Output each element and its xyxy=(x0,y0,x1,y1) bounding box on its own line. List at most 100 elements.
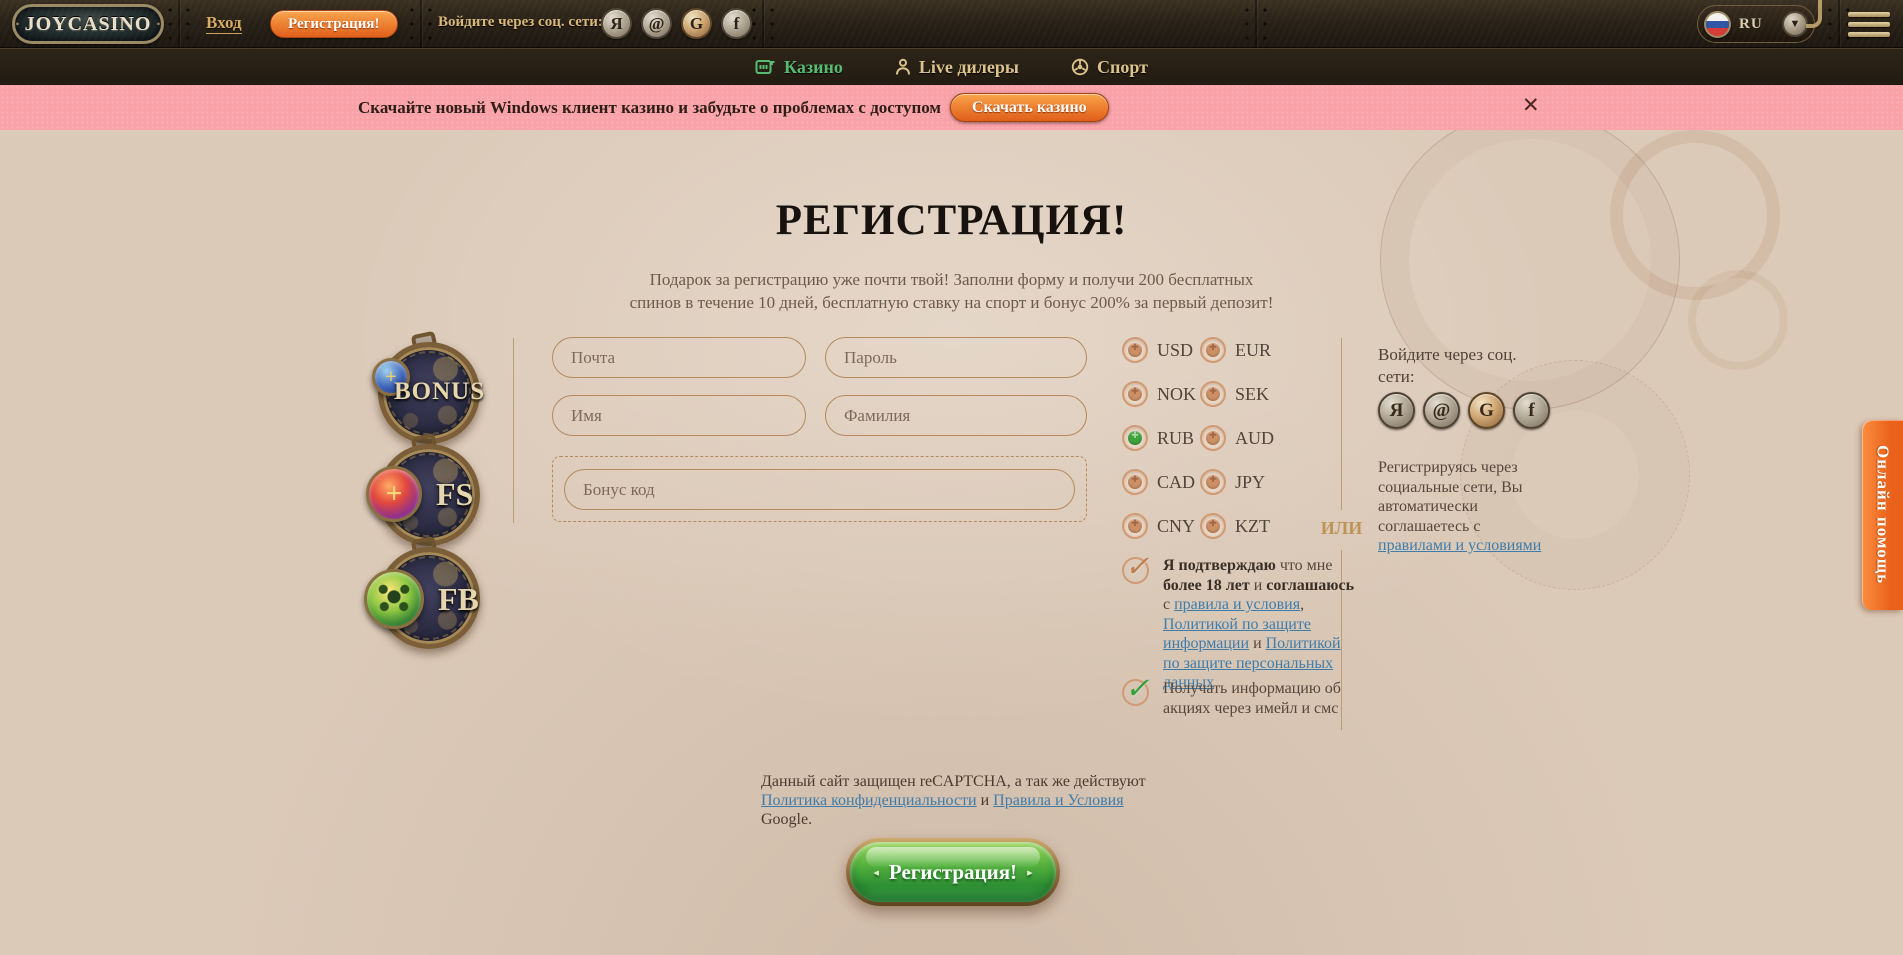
joycasino-logo[interactable]: JOYCASINO xyxy=(12,4,164,44)
radio-icon-selected[interactable] xyxy=(1122,425,1148,451)
register-submit-button[interactable]: ◂ Регистрация! ▸ xyxy=(850,842,1056,902)
radio-icon[interactable] xyxy=(1122,337,1148,363)
google-terms-link[interactable]: Правила и Условия xyxy=(993,792,1123,809)
radio-icon[interactable] xyxy=(1122,513,1148,539)
topbar-social-label: Войдите через соц. сети: xyxy=(438,14,603,31)
tab-live-dealers[interactable]: Live дилеры xyxy=(895,57,1019,78)
password-input[interactable] xyxy=(825,337,1087,378)
registration-page: РЕГИСТРАЦИЯ! Подарок за регистрацию уже … xyxy=(0,130,1903,955)
currency-option-eur[interactable]: EUR xyxy=(1200,337,1292,363)
or-label: ИЛИ xyxy=(1313,518,1370,539)
last-name-input[interactable] xyxy=(825,395,1087,436)
agree-bold: соглашаюсь xyxy=(1266,577,1354,594)
radio-icon[interactable] xyxy=(1200,513,1226,539)
radio-icon[interactable] xyxy=(1200,469,1226,495)
google-login-icon[interactable]: G xyxy=(1468,392,1505,429)
currency-option-sek[interactable]: SEK xyxy=(1200,381,1292,407)
currency-label: SEK xyxy=(1235,384,1269,405)
tab-casino[interactable]: Казино xyxy=(755,57,843,78)
badge-label: FS xyxy=(436,476,473,513)
football-orb-icon xyxy=(364,569,424,629)
seam-divider xyxy=(762,0,764,48)
register-submit-frame[interactable]: ◂ Регистрация! ▸ xyxy=(846,838,1060,906)
badge-label: FB xyxy=(438,581,479,618)
yandex-login-icon[interactable]: Я xyxy=(601,8,632,39)
bonus-code-input[interactable] xyxy=(564,469,1075,510)
radio-icon[interactable] xyxy=(1122,469,1148,495)
freespins-orb-icon: + xyxy=(366,466,422,522)
logo-text: JOYCASINO xyxy=(25,13,152,36)
radio-icon[interactable] xyxy=(1122,381,1148,407)
freebet-badge: FB xyxy=(378,547,480,649)
tab-live-dealers-label: Live дилеры xyxy=(919,57,1019,78)
language-code: RU xyxy=(1739,16,1763,33)
tab-sport-label: Спорт xyxy=(1097,57,1148,78)
register-topbar-button[interactable]: Регистрация! xyxy=(270,10,398,38)
mailru-login-icon[interactable]: @ xyxy=(1423,392,1460,429)
facebook-login-icon[interactable]: f xyxy=(1513,392,1550,429)
currency-label: KZT xyxy=(1235,516,1270,537)
promo-news-text: Получать информацию об акциях через имей… xyxy=(1163,679,1359,718)
yandex-login-icon[interactable]: Я xyxy=(1378,392,1415,429)
form-divider xyxy=(513,338,514,523)
menu-icon[interactable] xyxy=(1848,12,1890,42)
right-divider xyxy=(1341,338,1342,510)
tab-casino-label: Казино xyxy=(784,57,843,78)
currency-option-cad[interactable]: CAD xyxy=(1122,469,1200,495)
currency-option-aud[interactable]: AUD xyxy=(1200,425,1292,451)
currency-label: CNY xyxy=(1157,516,1195,537)
age-bold: более 18 лет xyxy=(1163,577,1250,594)
facebook-login-icon[interactable]: f xyxy=(721,8,752,39)
badge-label: BONUS xyxy=(394,378,485,406)
seam-divider xyxy=(1255,0,1257,48)
top-bar: JOYCASINO Вход Регистрация! Войдите чере… xyxy=(0,0,1903,48)
slot-machine-icon xyxy=(755,59,776,76)
email-input[interactable] xyxy=(552,337,806,378)
seam-divider xyxy=(1838,0,1840,48)
radio-icon[interactable] xyxy=(1200,381,1226,407)
left-arrow-icon: ◂ xyxy=(873,866,879,879)
terms-link[interactable]: правила и условия xyxy=(1174,596,1300,613)
page-subtitle: Подарок за регистрацию уже почти твой! З… xyxy=(0,268,1903,314)
currency-options: USD EUR NOK SEK RUB AUD CAD JPY CNY KZT xyxy=(1122,337,1292,539)
mailru-login-icon[interactable]: @ xyxy=(641,8,672,39)
seam-divider xyxy=(178,0,180,48)
currency-option-jpy[interactable]: JPY xyxy=(1200,469,1292,495)
age-terms-text: Я подтверждаю что мне более 18 лет и сог… xyxy=(1163,556,1357,693)
subtitle-line-1: Подарок за регистрацию уже почти твой! З… xyxy=(0,268,1903,291)
age-terms-checkbox[interactable]: ✓ xyxy=(1122,557,1149,584)
currency-option-kzt[interactable]: KZT xyxy=(1200,513,1292,539)
privacy-policy-link[interactable]: Политика конфиденциальности xyxy=(761,792,977,809)
social-login-buttons: Я @ G f xyxy=(1378,392,1550,429)
chevron-down-icon[interactable]: ▼ xyxy=(1782,11,1808,37)
google-login-icon[interactable]: G xyxy=(681,8,712,39)
currency-option-usd[interactable]: USD xyxy=(1122,337,1200,363)
download-casino-button[interactable]: Скачать казино xyxy=(950,93,1109,122)
currency-label: JPY xyxy=(1235,472,1265,493)
recaptcha-note: Данный сайт защищен reCAPTCHA, а так же … xyxy=(761,772,1161,829)
currency-option-rub[interactable]: RUB xyxy=(1122,425,1200,451)
social-login-heading: Войдите через соц. сети: xyxy=(1378,344,1533,388)
close-icon[interactable]: ✕ xyxy=(1522,95,1540,116)
currency-label: NOK xyxy=(1157,384,1196,405)
online-help-tab[interactable]: Онлайн помощь xyxy=(1862,420,1903,610)
first-name-input[interactable] xyxy=(552,395,806,436)
tab-sport[interactable]: Спорт xyxy=(1071,57,1148,78)
currency-label: USD xyxy=(1157,340,1193,361)
currency-option-cny[interactable]: CNY xyxy=(1122,513,1200,539)
login-link[interactable]: Вход xyxy=(206,13,242,34)
radio-icon[interactable] xyxy=(1200,337,1226,363)
bonus-badge: + BONUS xyxy=(378,342,480,444)
currency-option-nok[interactable]: NOK xyxy=(1122,381,1200,407)
pipe-decoration xyxy=(1806,0,1822,28)
language-selector[interactable]: RU ▼ xyxy=(1697,5,1815,43)
promo-news-checkbox[interactable]: ✓ xyxy=(1122,679,1149,706)
currency-label: RUB xyxy=(1157,428,1194,449)
radio-icon[interactable] xyxy=(1200,425,1226,451)
currency-label: CAD xyxy=(1157,472,1195,493)
russia-flag-icon xyxy=(1704,11,1731,38)
checkmark-icon: ✓ xyxy=(1125,549,1149,584)
terms-and-conditions-link[interactable]: правилами и условиями xyxy=(1378,537,1541,554)
seam-divider xyxy=(420,0,422,48)
banner-text: Скачайте новый Windows клиент казино и з… xyxy=(358,98,941,118)
